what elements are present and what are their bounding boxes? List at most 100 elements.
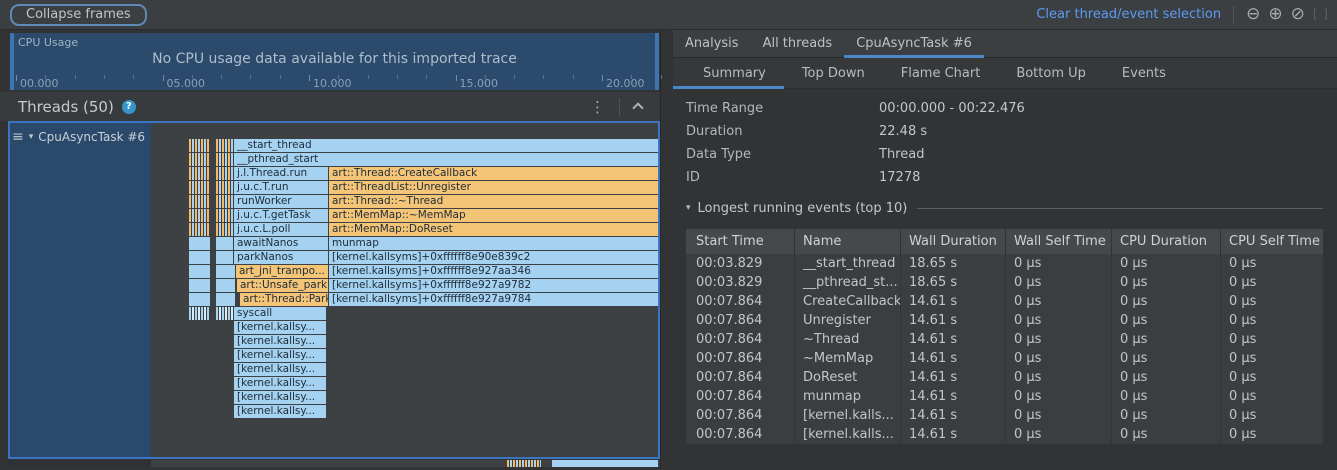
tab-analysis[interactable]: Analysis	[673, 30, 751, 57]
flame-activity-segment[interactable]	[216, 251, 233, 264]
flame-activity-segment[interactable]	[189, 209, 210, 222]
table-row[interactable]: 00:07.864DoReset14.61 s0 µs0 µs0 µs	[686, 368, 1323, 387]
flame-bar-art-memmap-doreset[interactable]: art::MemMap::DoReset	[329, 223, 658, 236]
flame-activity-segment[interactable]	[216, 153, 233, 166]
flame-activity-segment[interactable]	[189, 307, 210, 320]
flame-activity-segment[interactable]	[189, 181, 210, 194]
flame-bar-art-thread-createcallback[interactable]: art::Thread::CreateCallback	[329, 167, 658, 180]
collapse-frames-button[interactable]: Collapse frames	[10, 4, 147, 26]
reset-zoom-icon[interactable]: ⊘	[1291, 6, 1305, 23]
flame-bar-kernel-kallsyms-0xffffff8e927aa346[interactable]: [kernel.kallsyms]+0xffffff8e927aa346	[329, 265, 658, 278]
next-thread-label-column[interactable]	[8, 460, 151, 467]
flame-bar-kernel-kallsy[interactable]: [kernel.kallsy...	[234, 349, 326, 362]
flame-activity-segment[interactable]	[216, 265, 235, 278]
flame-bar-kernel-kallsy[interactable]: [kernel.kallsy...	[234, 321, 326, 334]
thread-track-next[interactable]	[8, 460, 660, 467]
table-row[interactable]: 00:07.864CreateCallback14.61 s0 µs0 µs0 …	[686, 292, 1323, 311]
flame-bar-j-u-c-t-run[interactable]: j.u.c.T.run	[234, 181, 328, 194]
flame-bar-kernel-kallsyms-0xffffff8e927a9782[interactable]: [kernel.kallsyms]+0xffffff8e927a9782	[329, 279, 658, 292]
table-row[interactable]: 00:07.864[kernel.kalls...14.61 s0 µs0 µs…	[686, 406, 1323, 425]
flame-activity-segment[interactable]	[189, 153, 210, 166]
flame-bar-j-u-c-l-poll[interactable]: j.u.c.L.poll	[234, 223, 328, 236]
section-collapse-caret-icon[interactable]: ▾	[686, 203, 691, 213]
flame-bar-art-unsafe-park[interactable]: art::Unsafe_park	[237, 279, 328, 292]
flame-activity-segment[interactable]	[189, 265, 210, 278]
flame-bar-pthread-start[interactable]: __pthread_start	[234, 153, 658, 166]
column-header-wall-self-time[interactable]: Wall Self Time	[1005, 229, 1111, 254]
subtab-summary[interactable]: Summary	[673, 58, 784, 88]
drag-handle-icon[interactable]: ≡	[12, 129, 24, 145]
clear-selection-link[interactable]: Clear thread/event selection	[1036, 7, 1221, 22]
help-icon[interactable]: ?	[122, 100, 136, 114]
flame-bar-art-threadlist-unregister[interactable]: art::ThreadList::Unregister	[329, 181, 658, 194]
flame-bar-munmap[interactable]: munmap	[329, 237, 658, 250]
flame-activity-segment[interactable]	[216, 181, 233, 194]
column-header-cpu-duration[interactable]: CPU Duration	[1111, 229, 1220, 254]
column-header-wall-duration[interactable]: Wall Duration	[900, 229, 1005, 254]
kebab-menu-icon[interactable]: ⋮	[580, 98, 615, 116]
table-row[interactable]: 00:03.829__start_thread18.65 s0 µs0 µs0 …	[686, 254, 1323, 273]
thread-track-selected[interactable]: ≡ ▾ CpuAsyncTask #6 __start_thread__pthr…	[8, 121, 660, 459]
cpu-usage-track[interactable]: CPU Usage No CPU usage data available fo…	[10, 33, 659, 90]
flame-activity-segment[interactable]	[189, 139, 210, 152]
table-row[interactable]: 00:07.864[kernel.kalls...14.61 s0 µs0 µs…	[686, 425, 1323, 444]
flame-activity-segment[interactable]	[507, 460, 541, 467]
flame-bar-start-thread[interactable]: __start_thread	[234, 139, 658, 152]
thread-expand-caret-icon[interactable]: ▾	[29, 132, 34, 142]
flame-bar-kernel-kallsy[interactable]: [kernel.kallsy...	[234, 405, 326, 418]
flame-bar-art-memmap-memmap[interactable]: art::MemMap::~MemMap	[329, 209, 658, 222]
tab-all-threads[interactable]: All threads	[751, 30, 845, 57]
flame-bar-kernel-kallsy[interactable]: [kernel.kallsy...	[234, 391, 326, 404]
flame-activity-segment[interactable]	[216, 279, 235, 292]
flame-activity-segment[interactable]	[216, 307, 233, 320]
pane-splitter[interactable]	[660, 30, 673, 470]
flame-bar-kernel-kallsy[interactable]: [kernel.kallsy...	[234, 377, 326, 390]
flame-bar-art-thread-park[interactable]: art::Thread::Park	[240, 293, 328, 306]
flame-activity-segment[interactable]	[189, 293, 210, 306]
column-header-start-time[interactable]: Start Time	[686, 229, 794, 254]
flame-activity-segment[interactable]	[189, 279, 210, 292]
flame-activity-segment[interactable]	[216, 167, 233, 180]
flame-bar-art-jni-trampo[interactable]: art_jni_trampo...	[236, 265, 328, 278]
flame-bar-j-l-thread-run[interactable]: j.l.Thread.run	[234, 167, 328, 180]
subtab-top-down[interactable]: Top Down	[784, 58, 883, 88]
column-header-name[interactable]: Name	[794, 229, 900, 254]
flame-activity-segment[interactable]	[216, 293, 235, 306]
zoom-out-icon[interactable]: ⊖	[1246, 6, 1260, 23]
subtab-flame-chart[interactable]: Flame Chart	[883, 58, 999, 88]
subtab-bottom-up[interactable]: Bottom Up	[998, 58, 1104, 88]
subtab-events[interactable]: Events	[1104, 58, 1184, 88]
table-row[interactable]: 00:07.864~Thread14.61 s0 µs0 µs0 µs	[686, 330, 1323, 349]
flame-bar-j-u-c-t-gettask[interactable]: j.u.c.T.getTask	[234, 209, 328, 222]
flame-bar-parknanos[interactable]: parkNanos	[234, 251, 328, 264]
zoom-in-icon[interactable]: ⊕	[1268, 6, 1282, 23]
flame-bar-runworker[interactable]: runWorker	[234, 195, 328, 208]
flame-activity-segment[interactable]	[189, 237, 210, 250]
table-row[interactable]: 00:07.864~MemMap14.61 s0 µs0 µs0 µs	[686, 349, 1323, 368]
flame-chart-area[interactable]: __start_thread__pthread_startj.l.Thread.…	[151, 123, 658, 457]
flame-bar-kernel-kallsy[interactable]: [kernel.kallsy...	[234, 363, 326, 376]
tab-cpuasynctask-6[interactable]: CpuAsyncTask #6	[844, 30, 984, 57]
table-row[interactable]: 00:03.829__pthread_st...18.65 s0 µs0 µs0…	[686, 273, 1323, 292]
flame-activity-segment[interactable]	[189, 223, 210, 236]
flame-activity-segment[interactable]	[552, 460, 658, 467]
flame-activity-segment[interactable]	[216, 237, 233, 250]
flame-bar-kernel-kallsy[interactable]: [kernel.kallsy...	[234, 335, 326, 348]
flame-bar-art-thread-thread[interactable]: art::Thread::~Thread	[329, 195, 658, 208]
flame-bar-kernel-kallsyms-0xffffff8e90e839c2[interactable]: [kernel.kallsyms]+0xffffff8e90e839c2	[329, 251, 658, 264]
flame-bar-awaitnanos[interactable]: awaitNanos	[234, 237, 328, 250]
next-thread-flame-area[interactable]	[151, 460, 660, 467]
thread-label-column[interactable]: ≡ ▾ CpuAsyncTask #6	[10, 123, 151, 457]
flame-activity-segment[interactable]	[216, 139, 233, 152]
flame-activity-segment[interactable]	[189, 167, 210, 180]
flame-bar-kernel-kallsyms-0xffffff8e927a9784[interactable]: [kernel.kallsyms]+0xffffff8e927a9784	[329, 293, 658, 306]
flame-activity-segment[interactable]	[216, 223, 233, 236]
flame-activity-segment[interactable]	[216, 209, 233, 222]
flame-activity-segment[interactable]	[216, 195, 233, 208]
flame-bar-syscall[interactable]: syscall	[234, 307, 326, 320]
table-row[interactable]: 00:07.864Unregister14.61 s0 µs0 µs0 µs	[686, 311, 1323, 330]
flame-activity-segment[interactable]	[189, 195, 210, 208]
column-header-cpu-self-time[interactable]: CPU Self Time	[1220, 229, 1323, 254]
table-row[interactable]: 00:07.864munmap14.61 s0 µs0 µs0 µs	[686, 387, 1323, 406]
collapse-section-button[interactable]	[624, 97, 652, 116]
